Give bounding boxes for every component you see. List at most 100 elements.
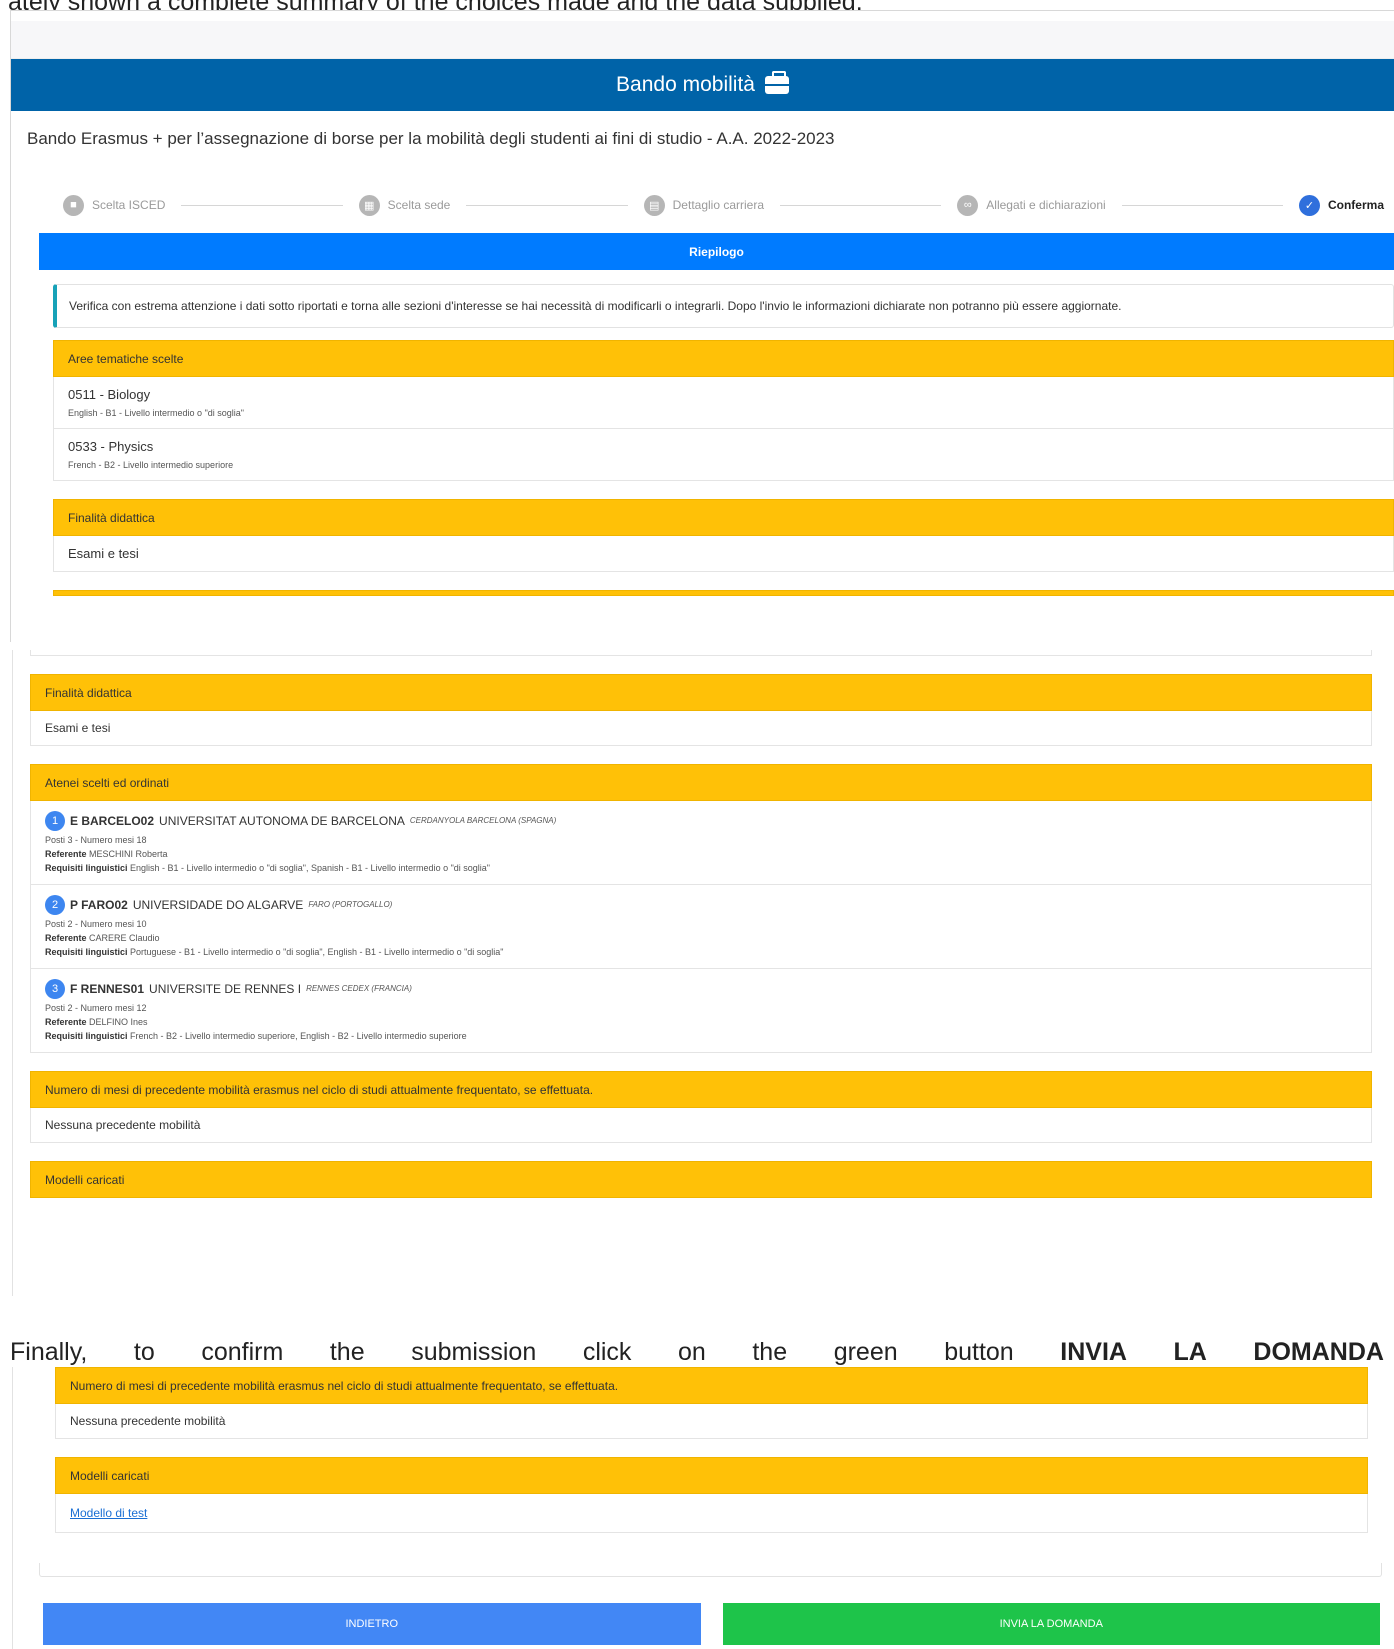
final-word: on xyxy=(677,1338,706,1366)
area-language: French - B2 - Livello intermedio superio… xyxy=(68,460,234,470)
modello-link[interactable]: Modello di test xyxy=(70,1506,147,1520)
action-buttons: INDIETRO INVIA LA DOMANDA xyxy=(43,1603,1380,1645)
rank-badge: 3 xyxy=(45,979,65,999)
final-word: green xyxy=(833,1338,898,1366)
requisiti-label: Requisiti linguistici xyxy=(45,947,128,957)
university-requisiti: Requisiti linguistici French - B2 - Live… xyxy=(45,1029,1357,1043)
university-referente: Referente DELFINO Ines xyxy=(45,1015,1357,1029)
finalita-value: Esami e tesi xyxy=(68,546,139,561)
building-icon: ▦ xyxy=(358,194,380,216)
step-conferma[interactable]: ✓ Conferma xyxy=(1298,194,1384,216)
referente-value: DELFINO Ines xyxy=(89,1017,148,1027)
university-name: UNIVERSITAT AUTONOMA DE BARCELONA xyxy=(159,814,405,828)
list-item: 0533 - Physics French - B2 - Livello int… xyxy=(53,429,1394,481)
referente-value: MESCHINI Roberta xyxy=(89,849,168,859)
step-connector xyxy=(780,204,942,206)
check-icon: ✓ xyxy=(1298,194,1320,216)
list-item: Modello di test xyxy=(55,1494,1368,1533)
university-requisiti: Requisiti linguistici Portuguese - B1 - … xyxy=(45,945,1357,959)
step-label: Allegati e dichiarazioni xyxy=(986,198,1106,212)
briefcase-icon xyxy=(764,71,789,94)
final-word: submission xyxy=(411,1338,537,1366)
university-posti: Posti 2 - Numero mesi 12 xyxy=(45,1003,147,1013)
university-city: RENNES CEDEX (FRANCIA) xyxy=(306,984,412,993)
back-button[interactable]: INDIETRO xyxy=(43,1603,701,1645)
stepper: ■ Scelta ISCED ▦ Scelta sede ▤ Dettaglio… xyxy=(11,187,1394,223)
summary-card-body: Numero di mesi di precedente mobilità er… xyxy=(55,1367,1368,1533)
document-final-instruction: Finally, to confirm the submission click… xyxy=(10,1338,1394,1367)
mesi-value: Nessuna precedente mobilità xyxy=(45,1118,201,1132)
area-title: 0511 - Biology xyxy=(68,387,151,402)
step-connector xyxy=(466,204,628,206)
step-scelta-isced[interactable]: ■ Scelta ISCED xyxy=(63,194,166,216)
university-posti: Posti 3 - Numero mesi 18 xyxy=(45,835,147,845)
requisiti-label: Requisiti linguistici xyxy=(45,1031,128,1041)
header-bar: Bando mobilità xyxy=(11,59,1394,111)
step-allegati[interactable]: ∞ Allegati e dichiarazioni xyxy=(957,194,1106,216)
university-referente: Referente CARERE Claudio xyxy=(45,931,1357,945)
university-posti: Posti 2 - Numero mesi 10 xyxy=(45,919,147,929)
summary-card-header: Riepilogo xyxy=(39,233,1394,270)
final-word: button xyxy=(944,1338,1014,1366)
university-name: UNIVERSITE DE RENNES I xyxy=(149,982,302,996)
university-code: F RENNES01 xyxy=(70,982,145,996)
briefcase-icon: ■ xyxy=(63,194,84,216)
section-header-cut xyxy=(53,590,1394,596)
university-city: CERDANYOLA BARCELONA (SPAGNA) xyxy=(409,816,557,825)
university-name: UNIVERSIDADE DO ALGARVE xyxy=(132,898,304,912)
final-word: the xyxy=(329,1338,365,1366)
book-icon: ▤ xyxy=(643,194,665,216)
section-header-mesi: Numero di mesi di precedente mobilità er… xyxy=(55,1367,1368,1404)
header-title: Bando mobilità xyxy=(616,73,755,96)
section-header-modelli: Modelli caricati xyxy=(30,1161,1372,1198)
step-connector xyxy=(181,204,343,206)
university-referente: Referente MESCHINI Roberta xyxy=(45,847,1357,861)
submit-application-button[interactable]: INVIA LA DOMANDA xyxy=(722,1603,1380,1645)
requisiti-value: Portuguese - B1 - Livello intermedio o "… xyxy=(130,947,504,957)
university-requisiti: Requisiti linguistici English - B1 - Liv… xyxy=(45,861,1357,875)
requisiti-label: Requisiti linguistici xyxy=(45,863,128,873)
university-item: 3 F RENNES01 UNIVERSITE DE RENNES I RENN… xyxy=(30,969,1372,1053)
top-spacer xyxy=(11,21,1394,59)
referente-label: Referente xyxy=(45,849,87,859)
step-scelta-sede[interactable]: ▦ Scelta sede xyxy=(358,194,451,216)
university-title: 3 F RENNES01 UNIVERSITE DE RENNES I RENN… xyxy=(45,979,1357,999)
summary-screenshot-top: Bando mobilità Bando Erasmus + per l’ass… xyxy=(10,10,1394,642)
area-title: 0533 - Physics xyxy=(68,439,154,454)
final-bold-word: DOMANDA xyxy=(1253,1338,1384,1366)
previous-section-end xyxy=(30,650,1372,656)
section-header-mesi: Numero di mesi di precedente mobilità er… xyxy=(30,1071,1372,1108)
section-header-modelli: Modelli caricati xyxy=(55,1457,1368,1494)
final-bold-word: INVIA xyxy=(1060,1338,1127,1366)
summary-screenshot-bottom: Numero di mesi di precedente mobilità er… xyxy=(12,1367,1394,1649)
step-dettaglio-carriera[interactable]: ▤ Dettaglio carriera xyxy=(643,194,764,216)
section-header-atenei: Atenei scelti ed ordinati xyxy=(30,764,1372,801)
university-title: 1 E BARCELO02 UNIVERSITAT AUTONOMA DE BA… xyxy=(45,811,1357,831)
final-word: to xyxy=(133,1338,155,1366)
summary-screenshot-middle: Finalità didattica Esami e tesi Atenei s… xyxy=(12,650,1394,1296)
university-item: 1 E BARCELO02 UNIVERSITAT AUTONOMA DE BA… xyxy=(30,801,1372,885)
list-item: 0511 - Biology English - B1 - Livello in… xyxy=(53,377,1394,429)
university-city: FARO (PORTOGALLO) xyxy=(308,900,393,909)
finalita-value: Esami e tesi xyxy=(45,721,111,735)
list-item: Nessuna precedente mobilità xyxy=(30,1108,1372,1143)
list-item: Esami e tesi xyxy=(53,536,1394,572)
referente-label: Referente xyxy=(45,1017,87,1027)
step-label: Scelta ISCED xyxy=(92,198,166,212)
university-code: P FARO02 xyxy=(70,898,128,912)
university-item: 2 P FARO02 UNIVERSIDADE DO ALGARVE FARO … xyxy=(30,885,1372,969)
card-bottom-frame xyxy=(39,1563,1382,1577)
referente-label: Referente xyxy=(45,933,87,943)
summary-card-body: Finalità didattica Esami e tesi Atenei s… xyxy=(30,650,1372,1198)
requisiti-value: French - B2 - Livello intermedio superio… xyxy=(130,1031,467,1041)
final-word: click xyxy=(582,1338,632,1366)
area-language: English - B1 - Livello intermedio o "di … xyxy=(68,408,244,418)
rank-badge: 2 xyxy=(45,895,65,915)
step-connector xyxy=(1121,204,1283,206)
mesi-value: Nessuna precedente mobilità xyxy=(70,1414,226,1428)
step-label: Scelta sede xyxy=(387,198,451,212)
list-item: Nessuna precedente mobilità xyxy=(55,1404,1368,1439)
section-header-aree: Aree tematiche scelte xyxy=(53,340,1394,377)
section-header-finalita: Finalità didattica xyxy=(53,499,1394,536)
university-title: 2 P FARO02 UNIVERSIDADE DO ALGARVE FARO … xyxy=(45,895,1357,915)
